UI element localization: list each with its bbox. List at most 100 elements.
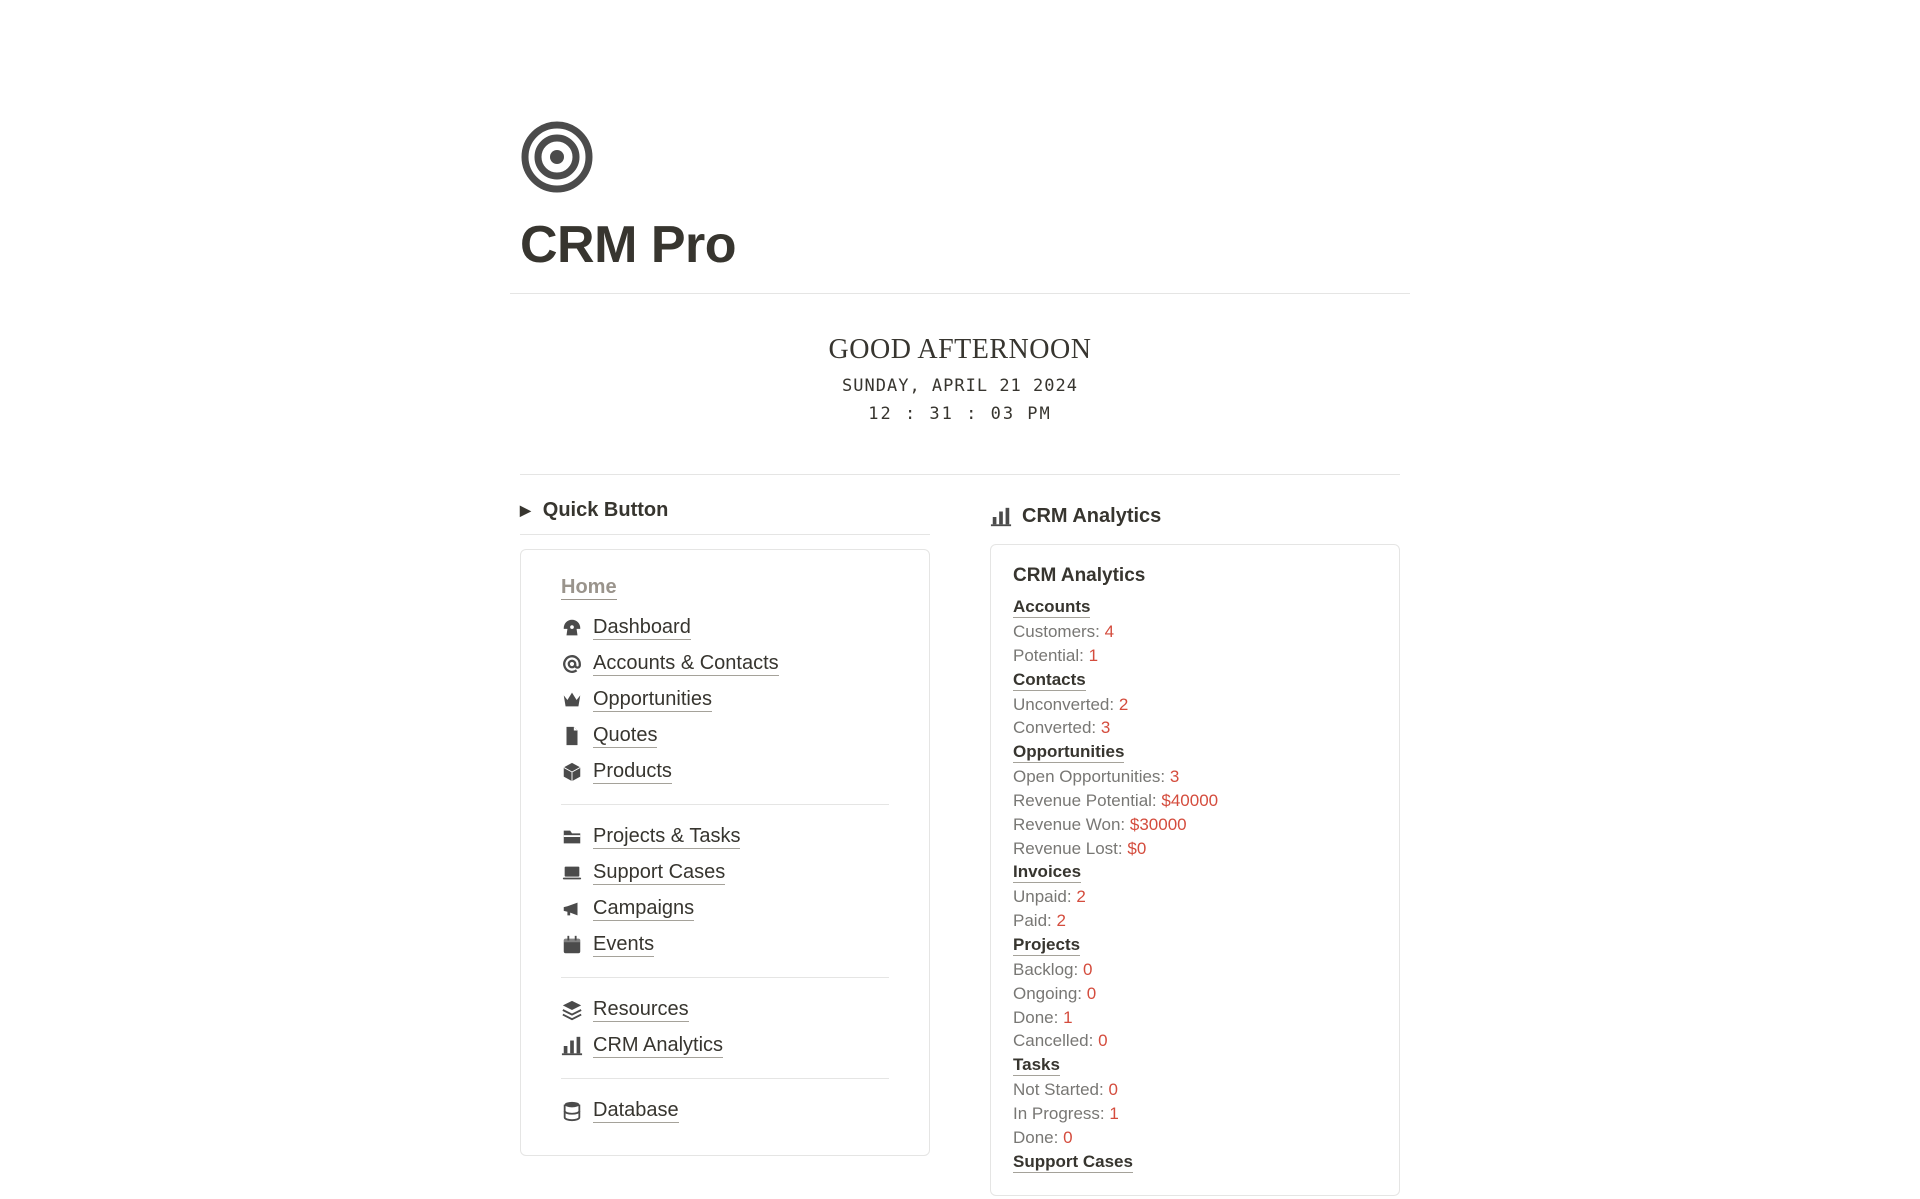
nav-item-label: Products xyxy=(593,760,672,784)
metric-row: Customers: 4 xyxy=(1013,620,1377,644)
analytics-section-accounts[interactable]: Accounts xyxy=(1013,597,1090,618)
nav-item-label: Projects & Tasks xyxy=(593,825,740,849)
nav-item-crm-analytics[interactable]: CRM Analytics xyxy=(561,1028,889,1064)
metric-key: Unpaid: xyxy=(1013,887,1076,906)
metric-value: 2 xyxy=(1119,695,1128,714)
date-text: SUNDAY, APRIL 21 2024 xyxy=(510,376,1410,396)
greeting-block: GOOD AFTERNOON SUNDAY, APRIL 21 2024 12 … xyxy=(510,294,1410,474)
nav-item-label: Resources xyxy=(593,998,689,1022)
nav-item-accounts-contacts[interactable]: Accounts & Contacts xyxy=(561,646,889,682)
metric-key: Cancelled: xyxy=(1013,1031,1098,1050)
nav-item-dashboard[interactable]: Dashboard xyxy=(561,610,889,646)
nav-item-label: CRM Analytics xyxy=(593,1034,723,1058)
target-icon xyxy=(520,120,1410,199)
metric-value: 2 xyxy=(1076,887,1085,906)
metric-row: Revenue Potential: $40000 xyxy=(1013,789,1377,813)
metric-key: Unconverted: xyxy=(1013,695,1119,714)
nav-divider xyxy=(561,977,889,978)
caret-right-icon: ▶ xyxy=(520,502,531,519)
metric-row: Done: 0 xyxy=(1013,1126,1377,1150)
database-icon xyxy=(561,1100,583,1122)
layers-icon xyxy=(561,999,583,1021)
nav-divider xyxy=(561,1078,889,1079)
metric-key: Ongoing: xyxy=(1013,984,1087,1003)
analytics-section-tasks[interactable]: Tasks xyxy=(1013,1055,1060,1076)
metric-value: $30000 xyxy=(1130,815,1187,834)
analytics-card: CRM Analytics AccountsCustomers: 4Potent… xyxy=(990,544,1400,1196)
nav-item-label: Campaigns xyxy=(593,897,694,921)
analytics-section-opportunities[interactable]: Opportunities xyxy=(1013,742,1124,763)
nav-item-quotes[interactable]: Quotes xyxy=(561,718,889,754)
nav-item-events[interactable]: Events xyxy=(561,927,889,963)
analytics-section-contacts[interactable]: Contacts xyxy=(1013,670,1086,691)
metric-row: In Progress: 1 xyxy=(1013,1102,1377,1126)
metric-key: Revenue Potential: xyxy=(1013,791,1161,810)
metric-value: 0 xyxy=(1083,960,1092,979)
analytics-card-title: CRM Analytics xyxy=(1013,565,1377,587)
analytics-section-support-cases[interactable]: Support Cases xyxy=(1013,1152,1133,1173)
metric-value: 3 xyxy=(1170,767,1179,786)
metric-value: 0 xyxy=(1108,1080,1117,1099)
metric-value: 1 xyxy=(1089,646,1098,665)
metric-row: Ongoing: 0 xyxy=(1013,982,1377,1006)
nav-item-label: Database xyxy=(593,1099,679,1123)
nav-item-label: Support Cases xyxy=(593,861,725,885)
metric-key: Not Started: xyxy=(1013,1080,1108,1099)
time-text: 12 : 31 : 03 PM xyxy=(510,404,1410,424)
metric-value: 0 xyxy=(1063,1128,1072,1147)
chart-icon xyxy=(990,506,1012,528)
metric-key: Backlog: xyxy=(1013,960,1083,979)
crown-icon xyxy=(561,689,583,711)
metric-value: 4 xyxy=(1105,622,1114,641)
nav-item-label: Dashboard xyxy=(593,616,691,640)
nav-item-label: Quotes xyxy=(593,724,657,748)
analytics-section-projects[interactable]: Projects xyxy=(1013,935,1080,956)
metric-key: Done: xyxy=(1013,1008,1063,1027)
metric-row: Converted: 3 xyxy=(1013,716,1377,740)
nav-item-projects-tasks[interactable]: Projects & Tasks xyxy=(561,819,889,855)
nav-item-database[interactable]: Database xyxy=(561,1093,889,1129)
file-icon xyxy=(561,725,583,747)
metric-key: Paid: xyxy=(1013,911,1056,930)
metric-row: Unconverted: 2 xyxy=(1013,693,1377,717)
metric-key: Revenue Lost: xyxy=(1013,839,1127,858)
nav-card: Home Dashboard Accounts & Contacts Opportu… xyxy=(520,549,930,1156)
nav-item-campaigns[interactable]: Campaigns xyxy=(561,891,889,927)
quick-button-toggle[interactable]: ▶ Quick Button xyxy=(520,499,930,535)
metric-row: Revenue Won: $30000 xyxy=(1013,813,1377,837)
nav-item-label: Opportunities xyxy=(593,688,712,712)
nav-item-opportunities[interactable]: Opportunities xyxy=(561,682,889,718)
metric-row: Potential: 1 xyxy=(1013,644,1377,668)
nav-item-products[interactable]: Products xyxy=(561,754,889,790)
quick-button-label: Quick Button xyxy=(543,499,669,522)
nav-item-label: Accounts & Contacts xyxy=(593,652,779,676)
folder-icon xyxy=(561,826,583,848)
metric-key: Done: xyxy=(1013,1128,1063,1147)
nav-item-resources[interactable]: Resources xyxy=(561,992,889,1028)
metric-row: Paid: 2 xyxy=(1013,909,1377,933)
metric-row: Backlog: 0 xyxy=(1013,958,1377,982)
metric-key: Customers: xyxy=(1013,622,1105,641)
metric-value: 3 xyxy=(1101,718,1110,737)
right-column: CRM Analytics CRM Analytics AccountsCust… xyxy=(990,499,1400,1196)
metric-row: Not Started: 0 xyxy=(1013,1078,1377,1102)
nav-item-support-cases[interactable]: Support Cases xyxy=(561,855,889,891)
calendar-icon xyxy=(561,934,583,956)
metric-value: 0 xyxy=(1087,984,1096,1003)
metric-value: $40000 xyxy=(1161,791,1218,810)
nav-divider xyxy=(561,804,889,805)
nav-home[interactable]: Home xyxy=(561,576,617,600)
metric-key: Open Opportunities: xyxy=(1013,767,1170,786)
bullhorn-icon xyxy=(561,898,583,920)
gauge-icon xyxy=(561,617,583,639)
metric-row: Revenue Lost: $0 xyxy=(1013,837,1377,861)
metric-value: 0 xyxy=(1098,1031,1107,1050)
at-icon xyxy=(561,653,583,675)
metric-value: 2 xyxy=(1056,911,1065,930)
chart-icon xyxy=(561,1035,583,1057)
analytics-header-label: CRM Analytics xyxy=(1022,505,1161,528)
metric-key: In Progress: xyxy=(1013,1104,1109,1123)
metric-row: Done: 1 xyxy=(1013,1006,1377,1030)
laptop-icon xyxy=(561,862,583,884)
analytics-section-invoices[interactable]: Invoices xyxy=(1013,862,1081,883)
